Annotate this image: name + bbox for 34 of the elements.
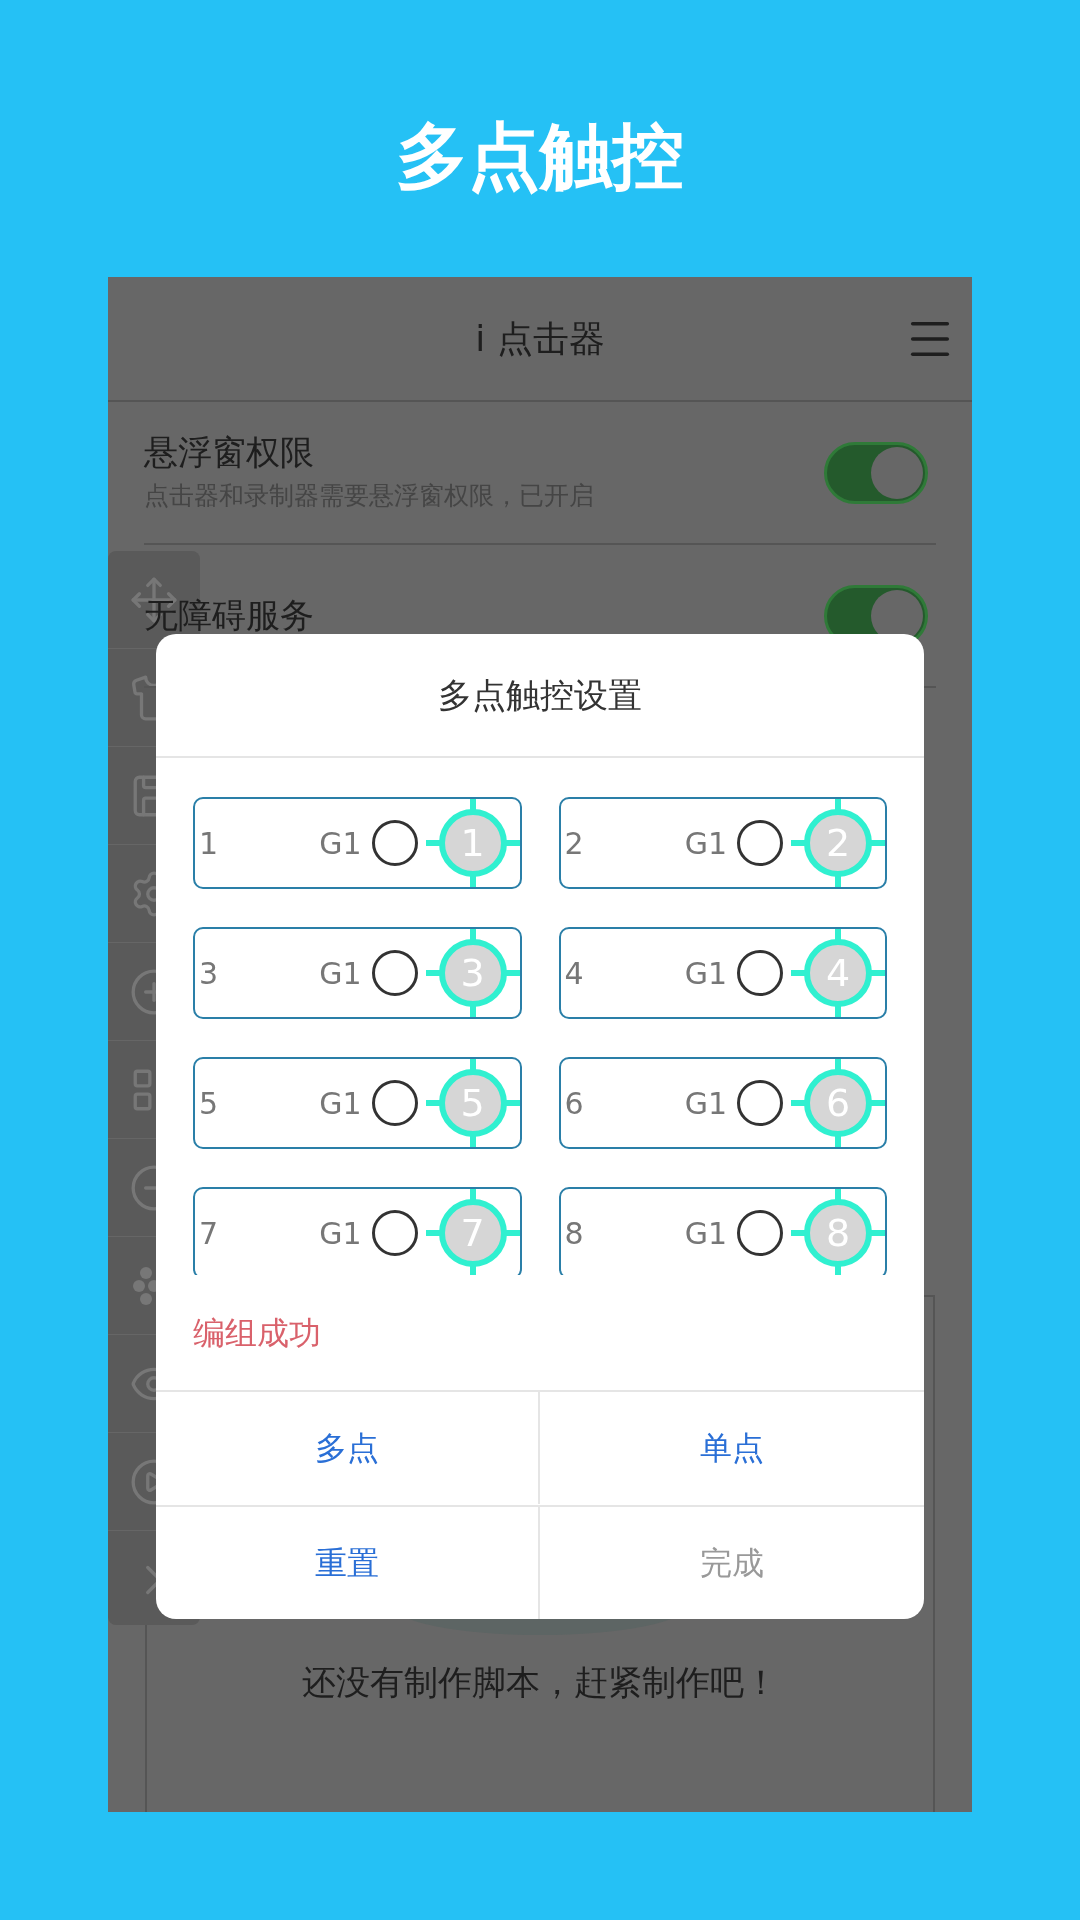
setting-title: 无障碍服务: [144, 594, 315, 637]
point-index: 8: [564, 1214, 584, 1253]
radio-button[interactable]: [371, 820, 418, 866]
group-label: G1: [319, 1214, 362, 1253]
dialog-title: 多点触控设置: [438, 673, 642, 717]
group-label: G1: [684, 1214, 727, 1253]
empty-message: 还没有制作脚本，赶紧制作吧！: [302, 1661, 778, 1704]
radio-button[interactable]: [371, 950, 418, 996]
point-index: 1: [199, 824, 219, 863]
group-label: G1: [319, 1084, 362, 1123]
group-label: G1: [684, 954, 727, 993]
dialog-button[interactable]: 多点: [156, 1390, 540, 1504]
radio-button[interactable]: [371, 1210, 418, 1256]
point-index: 5: [199, 1084, 219, 1123]
dialog-button[interactable]: 重置: [156, 1504, 540, 1619]
group-label: G1: [319, 954, 362, 993]
group-label: G1: [684, 824, 727, 863]
point-index: 4: [564, 954, 584, 993]
app-title: i 点击器: [475, 316, 605, 361]
page-title: 多点触控: [396, 112, 684, 200]
group-label: G1: [684, 1084, 727, 1123]
dialog-button[interactable]: 单点: [540, 1390, 924, 1504]
point-index: 7: [199, 1214, 219, 1253]
group-label: G1: [319, 824, 362, 863]
status-message: 编组成功: [193, 1312, 321, 1354]
point-index: 3: [199, 954, 219, 993]
point-index: 2: [564, 824, 584, 863]
radio-button[interactable]: [371, 1080, 418, 1126]
radio-button[interactable]: [737, 1080, 783, 1126]
radio-button[interactable]: [737, 950, 783, 996]
point-index: 6: [564, 1084, 584, 1123]
radio-button[interactable]: [737, 820, 783, 866]
radio-button[interactable]: [737, 1210, 783, 1256]
setting-title: 悬浮窗权限: [144, 430, 315, 473]
